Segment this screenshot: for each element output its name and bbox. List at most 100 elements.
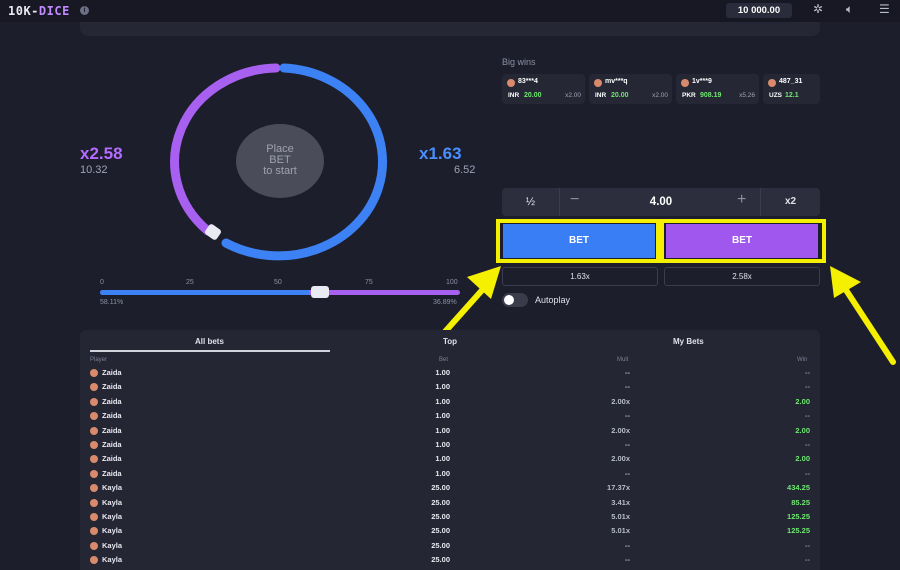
- info-icon[interactable]: i: [80, 6, 89, 15]
- win-value: 2.00: [795, 425, 810, 435]
- purple-multiplier-display: 2.58x: [664, 267, 820, 286]
- arrow-right-head: [830, 266, 861, 298]
- arrow-right-shaft: [843, 287, 896, 365]
- bet-amount-control: ½ − 4.00 + x2: [502, 188, 820, 216]
- slider-tick: 25: [186, 279, 194, 286]
- win-value: --: [805, 368, 810, 377]
- bet-value: 1.00: [435, 440, 450, 449]
- autoplay-label: Autoplay: [535, 295, 571, 305]
- top-strip: [80, 22, 820, 36]
- settings-icon[interactable]: ✲: [813, 2, 823, 16]
- bet-blue-button[interactable]: BET: [503, 224, 655, 258]
- bet-value: 25.00: [431, 512, 450, 521]
- column-header-win: Win: [797, 357, 808, 363]
- table-row: Zaida 1.00 -- --: [0, 438, 900, 452]
- big-win-card: 83***4 INR 20.00 x2.00: [502, 74, 585, 104]
- mult-value: 2.00x: [611, 396, 630, 406]
- bet-value: 25.00: [431, 526, 450, 536]
- bet-value: 1.00: [435, 468, 450, 478]
- win-value: --: [805, 555, 810, 565]
- bet-amount-input[interactable]: 4.00: [632, 196, 690, 208]
- table-row: Kayla 25.00 -- --: [0, 539, 900, 553]
- bet-value: 1.00: [435, 396, 450, 406]
- slider-tick: 50: [274, 279, 282, 286]
- place-bet-indicator: Place BET to start: [236, 124, 324, 198]
- bet-purple-button[interactable]: BET: [666, 224, 818, 258]
- decrease-bet-button[interactable]: −: [570, 191, 579, 209]
- column-header-player: Player: [90, 357, 108, 363]
- mult-value: --: [625, 540, 630, 550]
- player-name: Zaida: [102, 468, 122, 478]
- win-value: --: [805, 382, 810, 392]
- sound-icon[interactable]: 🔈︎: [846, 2, 853, 17]
- table-row: Zaida 1.00 -- --: [0, 380, 900, 394]
- table-row: Kayla 25.00 5.01x 125.25: [0, 510, 900, 524]
- mult-value: --: [625, 440, 630, 449]
- avatar: [90, 484, 98, 493]
- table-row: Zaida 1.00 2.00x 2.00: [0, 452, 900, 466]
- table-row: Zaida 1.00 2.00x 2.00: [0, 395, 900, 409]
- tab-all-bets[interactable]: All bets: [195, 337, 224, 346]
- bet-value: 1.00: [435, 368, 450, 377]
- big-wins-title: Big wins: [502, 57, 536, 67]
- avatar: [90, 513, 98, 521]
- column-header-mult: Mult: [617, 357, 629, 363]
- mult-value: 2.00x: [611, 425, 630, 435]
- table-row: Kayla 25.00 5.01x 125.25: [0, 524, 900, 538]
- avatar: [594, 79, 602, 87]
- left-multiplier: x2.58: [80, 144, 123, 163]
- table-row: Kayla 25.00 -- --: [0, 553, 900, 567]
- win-value: 434.25: [787, 483, 810, 493]
- tab-my-bets[interactable]: My Bets: [673, 337, 704, 346]
- big-win-card: mv***q INR 20.00 x2.00: [589, 74, 672, 104]
- right-multiplier: x1.63: [419, 144, 462, 163]
- slider-track[interactable]: [100, 290, 460, 295]
- table-row: Zaida 1.00 -- --: [0, 467, 900, 481]
- player-name: Zaida: [102, 368, 122, 377]
- avatar: [90, 397, 98, 406]
- bet-value: 1.00: [435, 454, 450, 464]
- mult-value: 3.41x: [611, 497, 630, 507]
- mult-value: 5.01x: [611, 526, 630, 536]
- double-bet-button[interactable]: x2: [760, 188, 820, 216]
- half-bet-button[interactable]: ½: [502, 188, 560, 216]
- player-name: Zaida: [102, 382, 122, 392]
- balance-display: 10 000.00: [726, 3, 792, 18]
- win-value: 2.00: [795, 454, 810, 464]
- bet-value: 25.00: [431, 483, 450, 493]
- menu-icon[interactable]: ☰: [879, 2, 890, 16]
- avatar: [90, 455, 98, 464]
- left-chance: 58.11%: [100, 299, 124, 306]
- mult-value: 2.00x: [611, 454, 630, 464]
- mult-value: --: [625, 368, 630, 377]
- slider-fill: [100, 290, 309, 295]
- win-value: 2.00: [795, 396, 810, 406]
- player-name: Zaida: [102, 411, 122, 421]
- mult-value: 17.37x: [607, 483, 630, 493]
- top-bar: 10K-DICE i 10 000.00 ✲ 🔈︎ ☰: [0, 0, 900, 22]
- slider-handle[interactable]: [311, 286, 329, 298]
- tab-top[interactable]: Top: [443, 337, 457, 346]
- avatar: [90, 527, 98, 536]
- mult-value: --: [625, 382, 630, 392]
- bet-value: 25.00: [431, 540, 450, 550]
- player-name: Kayla: [102, 512, 123, 521]
- table-row: Zaida 1.00 -- --: [0, 409, 900, 423]
- avatar: [90, 556, 98, 565]
- player-name: Kayla: [102, 483, 123, 493]
- bet-value: 1.00: [435, 411, 450, 421]
- autoplay-toggle[interactable]: [502, 293, 528, 307]
- avatar: [90, 498, 98, 507]
- right-payout: 6.52: [454, 164, 476, 176]
- bet-value: 1.00: [435, 425, 450, 435]
- bet-value: 25.00: [431, 555, 450, 565]
- left-payout: 10.32: [80, 164, 108, 176]
- slider-tick: 0: [100, 279, 104, 286]
- table-row: Kayla 25.00 17.37x 434.25: [0, 481, 900, 495]
- avatar: [90, 383, 98, 392]
- increase-bet-button[interactable]: +: [737, 191, 746, 209]
- arrow-left-head: [467, 266, 501, 299]
- avatar: [90, 369, 98, 377]
- table-row: Zaida 1.00 2.00x 2.00: [0, 424, 900, 438]
- avatar: [90, 412, 98, 421]
